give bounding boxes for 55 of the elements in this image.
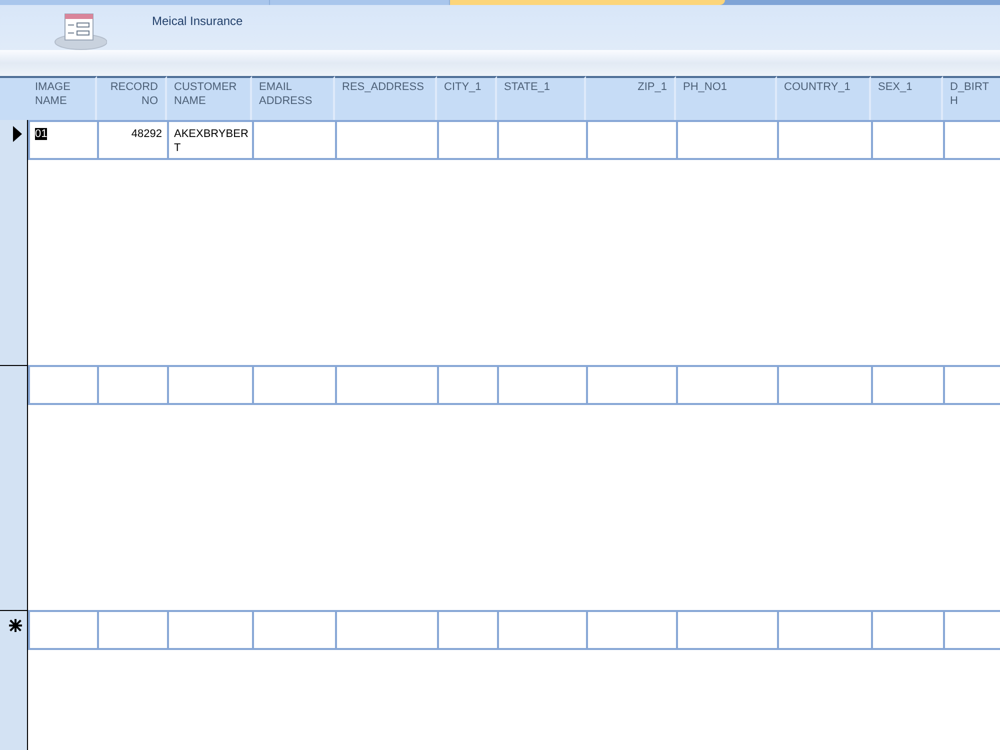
text-field[interactable]: 48292 xyxy=(97,120,167,160)
text-field[interactable] xyxy=(676,610,777,650)
text-field[interactable] xyxy=(97,365,167,405)
text-field[interactable] xyxy=(437,120,497,160)
text-field[interactable] xyxy=(335,365,437,405)
column-header: EMAIL ADDRESS xyxy=(252,76,335,120)
text-field[interactable] xyxy=(335,610,437,650)
text-field[interactable] xyxy=(28,365,97,405)
text-field[interactable] xyxy=(943,610,1000,650)
record-selector[interactable] xyxy=(0,365,28,610)
text-field[interactable] xyxy=(871,365,943,405)
text-field[interactable] xyxy=(497,610,586,650)
column-header: SEX_1 xyxy=(871,76,943,120)
triangle-icon xyxy=(13,126,22,142)
column-header: PH_NO1 xyxy=(676,76,777,120)
record-selector[interactable] xyxy=(0,120,28,365)
text-field[interactable] xyxy=(252,365,335,405)
text-field[interactable] xyxy=(871,120,943,160)
text-field[interactable]: 01 xyxy=(28,120,97,160)
text-field[interactable] xyxy=(777,365,871,405)
column-header: CUSTOMER NAME xyxy=(167,76,252,120)
text-field[interactable] xyxy=(586,365,676,405)
column-header: STATE_1 xyxy=(497,76,586,120)
column-header: IMAGE NAME xyxy=(28,76,97,120)
text-field[interactable] xyxy=(676,365,777,405)
text-field[interactable] xyxy=(871,610,943,650)
text-field[interactable] xyxy=(252,610,335,650)
column-header: D_BIRTH xyxy=(943,76,1000,120)
text-field[interactable] xyxy=(777,610,871,650)
text-field[interactable] xyxy=(437,610,497,650)
text-field[interactable] xyxy=(167,365,252,405)
text-field[interactable] xyxy=(676,120,777,160)
text-field[interactable] xyxy=(28,610,97,650)
form-title: Meical Insurance xyxy=(152,14,243,28)
column-header: RECORD NO xyxy=(97,76,167,120)
text-field[interactable] xyxy=(167,610,252,650)
text-field[interactable] xyxy=(586,610,676,650)
text-field[interactable] xyxy=(252,120,335,160)
text-field[interactable] xyxy=(97,610,167,650)
column-header: ZIP_1 xyxy=(586,76,676,120)
text-field[interactable] xyxy=(943,120,1000,160)
column-header: RES_ADDRESS xyxy=(335,76,437,120)
text-field[interactable] xyxy=(943,365,1000,405)
text-field[interactable] xyxy=(777,120,871,160)
asterisk-icon xyxy=(9,619,22,632)
header-corner xyxy=(0,76,28,120)
column-header: CITY_1 xyxy=(437,76,497,120)
text-field[interactable] xyxy=(437,365,497,405)
text-field[interactable] xyxy=(497,365,586,405)
record-selector[interactable] xyxy=(0,610,28,750)
column-header: COUNTRY_1 xyxy=(777,76,871,120)
text-field[interactable]: AKEXBRYBERT xyxy=(167,120,252,160)
text-field[interactable] xyxy=(586,120,676,160)
text-field[interactable] xyxy=(335,120,437,160)
text-field[interactable] xyxy=(497,120,586,160)
